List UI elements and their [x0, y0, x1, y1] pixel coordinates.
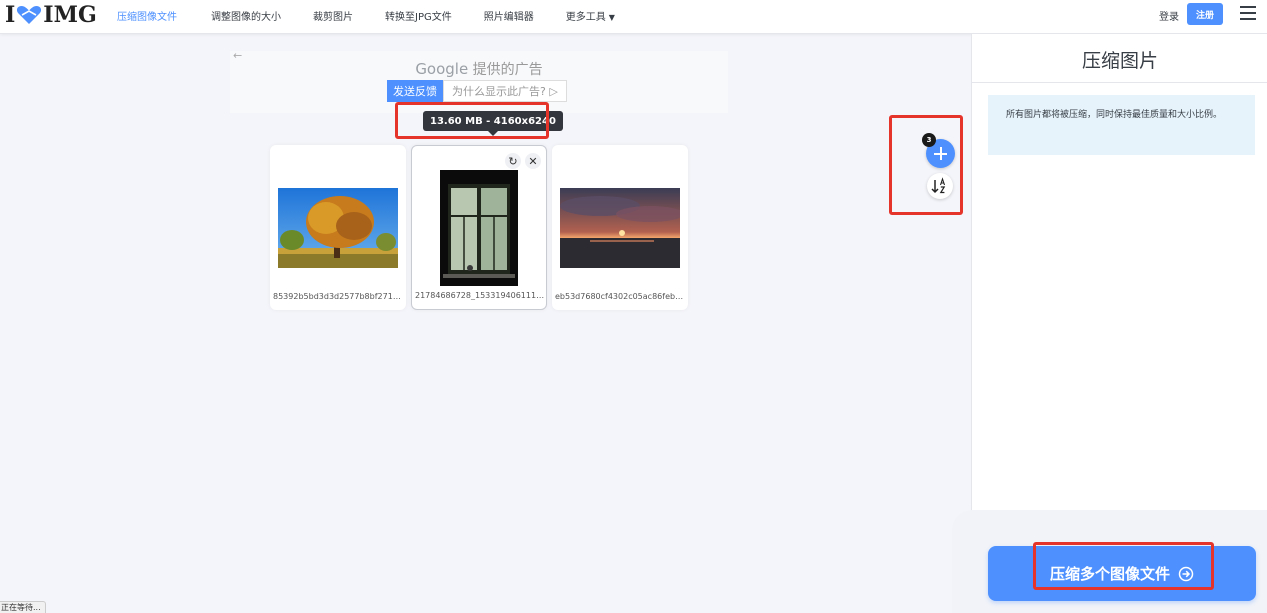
- browser-status: 正在等待...: [0, 601, 46, 613]
- nav-more-tools[interactable]: 更多工具 ▼: [566, 8, 615, 23]
- logo[interactable]: I IMG: [5, 2, 97, 28]
- file-card[interactable]: 85392b5bd3d3d2577b8bf2717e…: [270, 145, 406, 310]
- nav-resize[interactable]: 调整图像的大小: [211, 8, 281, 23]
- send-feedback-button[interactable]: 发送反馈: [387, 80, 443, 102]
- hamburger-menu-icon[interactable]: [1240, 6, 1256, 20]
- signup-button[interactable]: 注册: [1187, 3, 1223, 25]
- logo-i: I: [5, 2, 16, 28]
- why-this-ad-button[interactable]: 为什么显示此广告? ▷: [443, 80, 567, 102]
- ad-buttons: 发送反馈 为什么显示此广告? ▷: [387, 80, 567, 102]
- nav-compress[interactable]: 压缩图像文件: [117, 8, 177, 23]
- tree-thumbnail: [278, 188, 398, 268]
- sidebar-divider: [972, 82, 1267, 83]
- close-icon[interactable]: ✕: [525, 153, 541, 169]
- play-icon: ▷: [549, 84, 558, 98]
- file-name: 85392b5bd3d3d2577b8bf2717e…: [273, 292, 403, 301]
- ad-google-label: Google 提供的广告: [230, 59, 728, 79]
- nav-photo-editor[interactable]: 照片编辑器: [484, 8, 534, 23]
- nav-more-label: 更多工具: [565, 11, 606, 23]
- heart-icon: [17, 6, 42, 24]
- rotate-icon[interactable]: ↻: [505, 153, 521, 169]
- chevron-down-icon: ▼: [608, 12, 615, 22]
- google-wordmark: Google: [415, 60, 469, 78]
- sidebar: 压缩图片 所有图片都将被压缩，同时保持最佳质量和大小比例。 压缩多个图像文件: [952, 34, 1267, 613]
- sidebar-title: 压缩图片: [1081, 50, 1158, 72]
- file-card[interactable]: eb53d7680cf4302c05ac86febc5…: [552, 145, 688, 310]
- sunset-thumbnail: [560, 188, 680, 268]
- annotation-box-tooltip: [395, 102, 549, 139]
- file-card[interactable]: ↻ ✕ 21784686728_153319406111_p…: [411, 145, 547, 310]
- nav-crop[interactable]: 裁剪图片: [313, 8, 353, 23]
- main-nav: 压缩图像文件 调整图像的大小 裁剪图片 转换至JPG文件 照片编辑器 更多工具 ▼: [117, 0, 615, 30]
- ad-provided-text: 提供的广告: [472, 62, 543, 78]
- annotation-box-tools: [889, 115, 963, 215]
- logo-img: IMG: [43, 2, 97, 28]
- file-name: 21784686728_153319406111_p…: [415, 291, 545, 300]
- why-ad-label: 为什么显示此广告?: [452, 85, 546, 98]
- login-link[interactable]: 登录: [1159, 8, 1179, 23]
- file-name: eb53d7680cf4302c05ac86febc5…: [555, 292, 685, 301]
- top-header: I IMG 压缩图像文件 调整图像的大小 裁剪图片 转换至JPG文件 照片编辑器…: [0, 0, 1267, 34]
- window-thumbnail: [440, 170, 518, 286]
- sidebar-info-box: 所有图片都将被压缩，同时保持最佳质量和大小比例。: [988, 95, 1255, 155]
- nav-convert-jpg[interactable]: 转换至JPG文件: [385, 8, 452, 23]
- annotation-box-compress: [1033, 542, 1214, 590]
